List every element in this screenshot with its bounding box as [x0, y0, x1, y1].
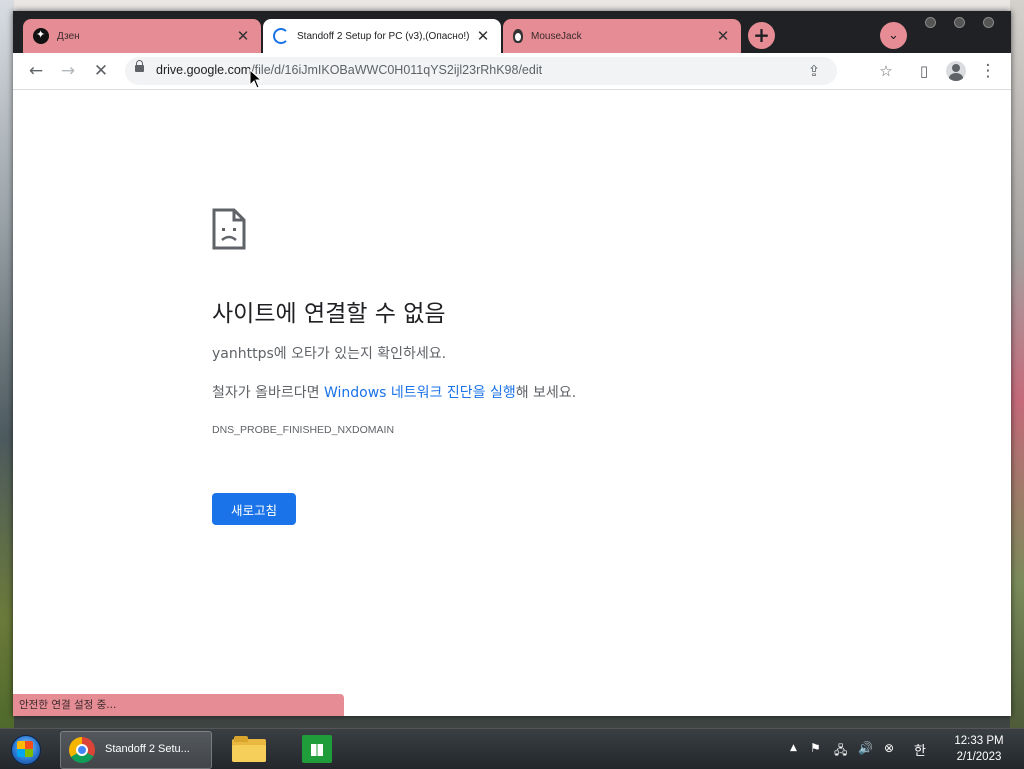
- error-hint-diagnostics: 철자가 올바르다면 Windows 네트워크 진단을 실행해 보세요.: [212, 382, 576, 402]
- sad-document-icon: [212, 208, 246, 250]
- tab-title: Дзен: [57, 30, 80, 42]
- file-explorer-icon[interactable]: [232, 736, 266, 762]
- new-tab-button[interactable]: +: [748, 22, 775, 49]
- system-clock[interactable]: 12:33 PM 2/1/2023: [948, 733, 1010, 765]
- error-hint-typo: yanhttps에 오타가 있는지 확인하세요.: [212, 346, 447, 362]
- browser-window: Дзен ✕ Standoff 2 Setup for PC (v3),(Опа…: [13, 11, 1011, 716]
- tab-dzen[interactable]: Дзен ✕: [23, 19, 261, 53]
- no-connection-icon[interactable]: ⊗: [884, 741, 894, 755]
- bookmark-star-icon[interactable]: ☆: [875, 60, 897, 82]
- action-center-flag-icon[interactable]: ⚑: [810, 741, 821, 755]
- stop-icon[interactable]: ✕: [89, 59, 113, 83]
- start-button[interactable]: [8, 732, 44, 766]
- back-arrow-icon[interactable]: ←: [24, 59, 48, 83]
- share-icon[interactable]: ⇪: [803, 60, 825, 82]
- side-panel-icon[interactable]: ▯: [912, 59, 936, 83]
- folder-front: [232, 745, 266, 762]
- browser-toolbar: ← → ✕ drive.google.com/file/d/16iJmIKOBa…: [13, 53, 1011, 90]
- address-bar[interactable]: drive.google.com/file/d/16iJmIKOBaWWC0H0…: [125, 57, 893, 85]
- penguin-icon: [513, 29, 523, 43]
- close-window-button[interactable]: [983, 17, 994, 28]
- url-host: drive.google.com: [156, 63, 252, 77]
- url-path: /file/d/16iJmIKOBaWWC0H011qYS2ijl23rRhK9…: [251, 63, 543, 77]
- forward-arrow-icon[interactable]: →: [56, 59, 80, 83]
- status-bubble: 안전한 연결 설정 중...: [13, 694, 344, 716]
- profile-avatar-icon[interactable]: [946, 61, 966, 81]
- desktop-background-right: [1010, 0, 1024, 728]
- reload-button[interactable]: 새로고침: [212, 493, 296, 525]
- windows-logo-icon: [17, 741, 33, 757]
- taskbar-chrome-button[interactable]: Standoff 2 Setu...: [60, 731, 212, 769]
- mouse-cursor-icon: [249, 69, 263, 89]
- tab-title: Standoff 2 Setup for PC (v3),(Опасно!): [297, 30, 470, 42]
- tab-strip: Дзен ✕ Standoff 2 Setup for PC (v3),(Опа…: [13, 11, 1011, 53]
- store-icon[interactable]: [302, 735, 332, 763]
- folder-tab: [234, 736, 248, 742]
- chrome-icon: [69, 737, 95, 763]
- clock-time: 12:33 PM: [954, 735, 1004, 747]
- tab-standoff[interactable]: Standoff 2 Setup for PC (v3),(Опасно!) ✕: [263, 19, 501, 53]
- dzen-icon: [33, 28, 49, 44]
- lock-icon[interactable]: [135, 60, 144, 72]
- close-icon[interactable]: ✕: [235, 27, 251, 45]
- taskbar: Standoff 2 Setu... ▲ ⚑ 🖧 🔊 ⊗ 한 12:33 PM …: [0, 728, 1024, 769]
- tab-search-button[interactable]: ⌄: [880, 22, 907, 49]
- network-diagnostics-link[interactable]: Windows 네트워크 진단을 실행: [324, 385, 516, 401]
- error-code: DNS_PROBE_FINISHED_NXDOMAIN: [212, 424, 395, 436]
- taskbar-chrome-label: Standoff 2 Setu...: [105, 743, 190, 755]
- tab-mousejack[interactable]: MouseJack ✕: [503, 19, 741, 53]
- error-title: 사이트에 연결할 수 없음: [212, 301, 446, 327]
- url-text[interactable]: drive.google.com/file/d/16iJmIKOBaWWC0H0…: [156, 63, 542, 77]
- menu-kebab-icon[interactable]: ⋮: [976, 59, 1000, 83]
- close-icon[interactable]: ✕: [475, 27, 491, 45]
- close-icon[interactable]: ✕: [715, 27, 731, 45]
- desktop-background-left: [0, 0, 14, 728]
- hint-suffix: 해 보세요.: [515, 385, 577, 401]
- tab-title: MouseJack: [531, 30, 582, 42]
- volume-icon[interactable]: 🔊: [858, 741, 873, 755]
- show-hidden-icons-icon[interactable]: ▲: [790, 743, 797, 753]
- page-content: 사이트에 연결할 수 없음 yanhttps에 오타가 있는지 확인하세요. 철…: [13, 90, 1011, 716]
- ime-indicator[interactable]: 한: [914, 740, 926, 759]
- network-icon[interactable]: 🖧: [834, 741, 847, 762]
- hint-prefix: 철자가 올바르다면: [212, 385, 324, 401]
- minimize-button[interactable]: [925, 17, 936, 28]
- maximize-button[interactable]: [954, 17, 965, 28]
- clock-date: 2/1/2023: [956, 751, 1002, 763]
- loading-spinner-icon: [273, 28, 289, 44]
